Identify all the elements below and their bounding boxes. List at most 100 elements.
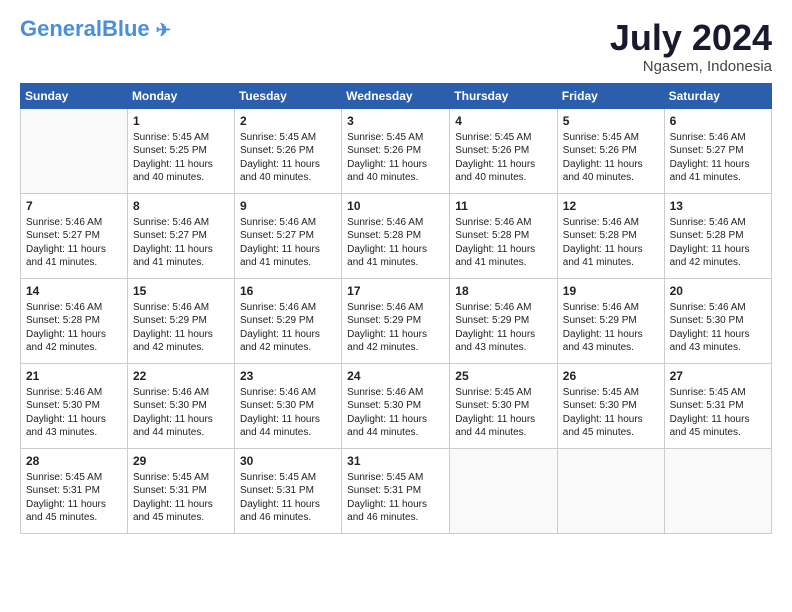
day-number: 2	[240, 113, 336, 129]
day-number: 5	[563, 113, 659, 129]
calendar-cell: 9Sunrise: 5:46 AM Sunset: 5:27 PM Daylig…	[234, 193, 341, 278]
day-number: 17	[347, 283, 444, 299]
calendar-cell: 1 Sunrise: 5:45 AM Sunset: 5:25 PM Daylig…	[127, 108, 234, 193]
calendar-cell: 26Sunrise: 5:45 AM Sunset: 5:30 PM Dayli…	[557, 363, 664, 448]
calendar-cell: 12 Sunrise: 5:46 AM Sunset: 5:28 PM Dayli…	[557, 193, 664, 278]
day-info: Sunrise: 5:45 AM Sunset: 5:31 PM Dayligh…	[347, 471, 444, 525]
day-info: Sunrise: 5:45 AM Sunset: 5:31 PM Dayligh…	[670, 386, 766, 440]
day-number: 19	[563, 283, 659, 299]
weekday-thursday: Thursday	[450, 83, 558, 108]
calendar-row: 21 Sunrise: 5:46 AM Sunset: 5:30 PM Dayli…	[21, 363, 772, 448]
calendar-row: 1 Sunrise: 5:45 AM Sunset: 5:25 PM Daylig…	[21, 108, 772, 193]
day-info: Sunrise: 5:45 AM Sunset: 5:31 PM Dayligh…	[26, 471, 122, 525]
calendar-cell: 23Sunrise: 5:46 AM Sunset: 5:30 PM Dayli…	[234, 363, 341, 448]
day-number: 10	[347, 198, 444, 214]
calendar-cell: 24 Sunrise: 5:46 AM Sunset: 5:30 PM Dayli…	[342, 363, 450, 448]
calendar-cell: 3 Sunrise: 5:45 AM Sunset: 5:26 PM Daylig…	[342, 108, 450, 193]
day-number: 30	[240, 453, 336, 469]
day-number: 18	[455, 283, 552, 299]
day-info: Sunrise: 5:46 AM Sunset: 5:30 PM Dayligh…	[133, 386, 229, 440]
month-year: July 2024	[610, 18, 772, 58]
day-number: 24	[347, 368, 444, 384]
day-info: Sunrise: 5:45 AM Sunset: 5:30 PM Dayligh…	[455, 386, 552, 440]
day-number: 29	[133, 453, 229, 469]
calendar-cell	[664, 448, 771, 533]
calendar-cell: 15 Sunrise: 5:46 AM Sunset: 5:29 PM Dayli…	[127, 278, 234, 363]
day-info: Sunrise: 5:46 AM Sunset: 5:28 PM Dayligh…	[26, 301, 122, 355]
day-info: Sunrise: 5:46 AM Sunset: 5:29 PM Dayligh…	[563, 301, 659, 355]
calendar-cell: 27 Sunrise: 5:45 AM Sunset: 5:31 PM Dayli…	[664, 363, 771, 448]
day-number: 25	[455, 368, 552, 384]
day-info: Sunrise: 5:46 AM Sunset: 5:29 PM Dayligh…	[455, 301, 552, 355]
day-number: 15	[133, 283, 229, 299]
location: Ngasem, Indonesia	[610, 58, 772, 75]
calendar-row: 14Sunrise: 5:46 AM Sunset: 5:28 PM Dayli…	[21, 278, 772, 363]
day-info: Sunrise: 5:46 AM Sunset: 5:30 PM Dayligh…	[26, 386, 122, 440]
calendar-cell: 11 Sunrise: 5:46 AM Sunset: 5:28 PM Dayli…	[450, 193, 558, 278]
weekday-sunday: Sunday	[21, 83, 128, 108]
day-info: Sunrise: 5:46 AM Sunset: 5:29 PM Dayligh…	[240, 301, 336, 355]
logo-general: General	[20, 16, 102, 41]
day-info: Sunrise: 5:46 AM Sunset: 5:28 PM Dayligh…	[455, 216, 552, 270]
logo-text: GeneralBlue ✈	[20, 18, 171, 40]
day-info: Sunrise: 5:46 AM Sunset: 5:29 PM Dayligh…	[133, 301, 229, 355]
day-number: 1	[133, 113, 229, 129]
calendar-cell: 29Sunrise: 5:45 AM Sunset: 5:31 PM Dayli…	[127, 448, 234, 533]
calendar-row: 28Sunrise: 5:45 AM Sunset: 5:31 PM Dayli…	[21, 448, 772, 533]
calendar-cell: 8 Sunrise: 5:46 AM Sunset: 5:27 PM Daylig…	[127, 193, 234, 278]
day-number: 9	[240, 198, 336, 214]
day-number: 22	[133, 368, 229, 384]
header: GeneralBlue ✈ July 2024 Ngasem, Indonesi…	[20, 18, 772, 75]
calendar-cell: 2 Sunrise: 5:45 AM Sunset: 5:26 PM Daylig…	[234, 108, 341, 193]
day-info: Sunrise: 5:46 AM Sunset: 5:28 PM Dayligh…	[563, 216, 659, 270]
day-number: 8	[133, 198, 229, 214]
calendar-cell: 22 Sunrise: 5:46 AM Sunset: 5:30 PM Dayli…	[127, 363, 234, 448]
calendar-cell	[450, 448, 558, 533]
day-info: Sunrise: 5:46 AM Sunset: 5:27 PM Dayligh…	[26, 216, 122, 270]
day-info: Sunrise: 5:46 AM Sunset: 5:27 PM Dayligh…	[670, 131, 766, 185]
day-number: 31	[347, 453, 444, 469]
day-info: Sunrise: 5:46 AM Sunset: 5:30 PM Dayligh…	[670, 301, 766, 355]
day-info: Sunrise: 5:45 AM Sunset: 5:26 PM Dayligh…	[347, 131, 444, 185]
calendar-cell: 19 Sunrise: 5:46 AM Sunset: 5:29 PM Dayli…	[557, 278, 664, 363]
calendar-cell: 13 Sunrise: 5:46 AM Sunset: 5:28 PM Dayli…	[664, 193, 771, 278]
calendar-cell	[21, 108, 128, 193]
day-number: 16	[240, 283, 336, 299]
calendar-cell: 17Sunrise: 5:46 AM Sunset: 5:29 PM Dayli…	[342, 278, 450, 363]
day-number: 21	[26, 368, 122, 384]
weekday-tuesday: Tuesday	[234, 83, 341, 108]
day-info: Sunrise: 5:45 AM Sunset: 5:25 PM Dayligh…	[133, 131, 229, 185]
weekday-saturday: Saturday	[664, 83, 771, 108]
day-number: 11	[455, 198, 552, 214]
calendar-cell: 4Sunrise: 5:45 AM Sunset: 5:26 PM Daylig…	[450, 108, 558, 193]
calendar-cell: 18 Sunrise: 5:46 AM Sunset: 5:29 PM Dayli…	[450, 278, 558, 363]
calendar-cell: 28Sunrise: 5:45 AM Sunset: 5:31 PM Dayli…	[21, 448, 128, 533]
day-info: Sunrise: 5:46 AM Sunset: 5:28 PM Dayligh…	[670, 216, 766, 270]
day-info: Sunrise: 5:45 AM Sunset: 5:31 PM Dayligh…	[240, 471, 336, 525]
calendar-cell	[557, 448, 664, 533]
calendar-row: 7 Sunrise: 5:46 AM Sunset: 5:27 PM Daylig…	[21, 193, 772, 278]
day-number: 23	[240, 368, 336, 384]
day-number: 6	[670, 113, 766, 129]
calendar-cell: 16 Sunrise: 5:46 AM Sunset: 5:29 PM Dayli…	[234, 278, 341, 363]
day-info: Sunrise: 5:46 AM Sunset: 5:27 PM Dayligh…	[133, 216, 229, 270]
day-info: Sunrise: 5:45 AM Sunset: 5:30 PM Dayligh…	[563, 386, 659, 440]
calendar-cell: 5Sunrise: 5:45 AM Sunset: 5:26 PM Daylig…	[557, 108, 664, 193]
logo-icon: ✈	[156, 20, 171, 40]
weekday-friday: Friday	[557, 83, 664, 108]
calendar-cell: 10Sunrise: 5:46 AM Sunset: 5:28 PM Dayli…	[342, 193, 450, 278]
day-number: 12	[563, 198, 659, 214]
weekday-monday: Monday	[127, 83, 234, 108]
day-info: Sunrise: 5:46 AM Sunset: 5:30 PM Dayligh…	[347, 386, 444, 440]
day-number: 13	[670, 198, 766, 214]
day-info: Sunrise: 5:45 AM Sunset: 5:26 PM Dayligh…	[455, 131, 552, 185]
day-number: 27	[670, 368, 766, 384]
calendar-cell: 31 Sunrise: 5:45 AM Sunset: 5:31 PM Dayli…	[342, 448, 450, 533]
title-block: July 2024 Ngasem, Indonesia	[610, 18, 772, 75]
logo-blue: Blue	[102, 16, 150, 41]
calendar-cell: 14Sunrise: 5:46 AM Sunset: 5:28 PM Dayli…	[21, 278, 128, 363]
calendar-cell: 6 Sunrise: 5:46 AM Sunset: 5:27 PM Daylig…	[664, 108, 771, 193]
day-number: 3	[347, 113, 444, 129]
day-info: Sunrise: 5:45 AM Sunset: 5:26 PM Dayligh…	[240, 131, 336, 185]
day-number: 7	[26, 198, 122, 214]
